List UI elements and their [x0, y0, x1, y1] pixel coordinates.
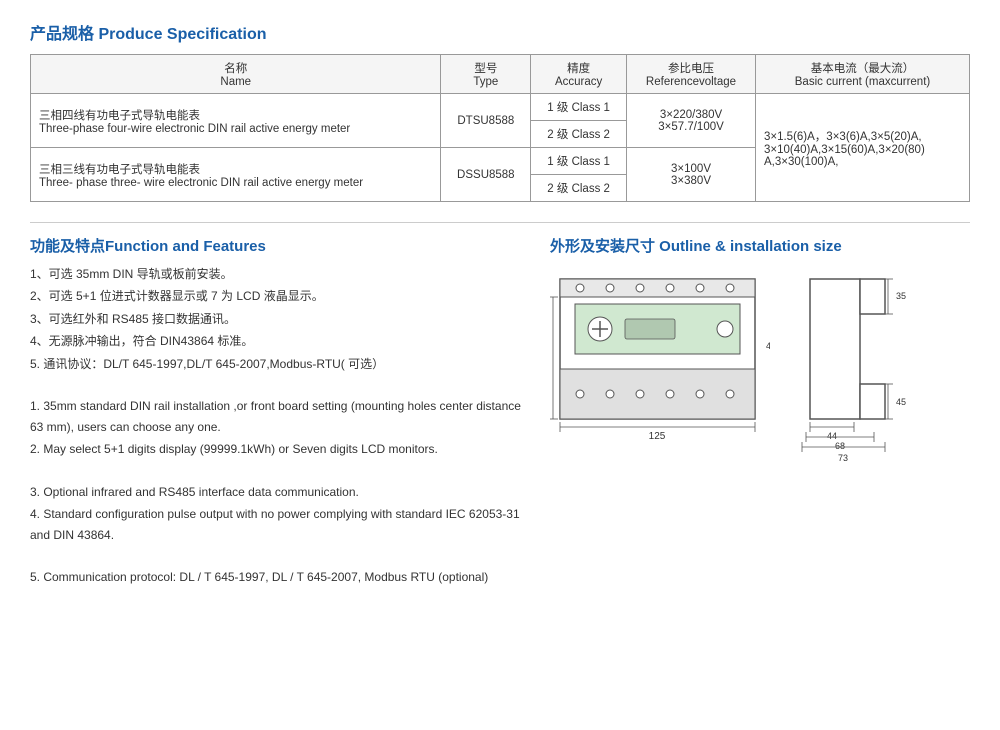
row1-class2: 2 级 Class 2 [531, 121, 627, 148]
spec-section-title: 产品规格 Produce Specification [30, 20, 970, 44]
col-basecurrent-en: Basic current (maxcurrent) [795, 76, 930, 88]
side-view-drawing: 35 45 44 68 73 [790, 269, 920, 469]
col-header-accuracy: 精度 Accuracy [531, 55, 627, 94]
svg-text:45: 45 [896, 397, 906, 407]
row2-name-zh: 三相三线有功电子式导轨电能表 [39, 164, 200, 176]
feature-en-2: 2. May select 5+1 digits display (99999.… [30, 439, 530, 459]
col-basecurrent-zh: 基本电流（最大流） [811, 63, 915, 75]
feature-zh-4: 4、无源脉冲输出，符合 DIN43864 标准。 [30, 331, 530, 351]
outline-title: 外形及安装尺寸 Outline & installation size [550, 235, 970, 256]
col-header-base-current: 基本电流（最大流） Basic current (maxcurrent) [755, 55, 969, 94]
bottom-section: 功能及特点Function and Features 1、可选 35mm DIN… [30, 235, 970, 590]
svg-text:44: 44 [827, 431, 837, 441]
col-refvolt-zh: 参比电压 [668, 63, 714, 75]
svg-text:35: 35 [896, 291, 906, 301]
feature-zh-3: 3、可选红外和 RS485 接口数据通讯。 [30, 309, 530, 329]
feature-zh-5: 5. 通讯协议：DL/T 645-1997,DL/T 645-2007,Modb… [30, 354, 530, 374]
divider [30, 222, 970, 223]
col-name-zh: 名称 [224, 63, 247, 75]
col-name-en: Name [220, 76, 251, 88]
row1-name-zh: 三相四线有功电子式导轨电能表 [39, 110, 200, 122]
row2-refvoltage: 3×100V 3×380V [627, 148, 756, 202]
front-view-drawing: 125 80 43 [550, 269, 770, 469]
feature-en-5: 5. Communication protocol: DL / T 645-19… [30, 567, 530, 587]
feature-zh-1: 1、可选 35mm DIN 导轨或板前安装。 [30, 264, 530, 284]
outline-column: 外形及安装尺寸 Outline & installation size [550, 235, 970, 590]
row1-name: 三相四线有功电子式导轨电能表 Three-phase four-wire ele… [31, 94, 441, 148]
row1-type: DTSU8588 [441, 94, 531, 148]
col-accuracy-zh: 精度 [567, 63, 590, 75]
features-title: 功能及特点Function and Features [30, 235, 530, 256]
feature-en-1: 1. 35mm standard DIN rail installation ,… [30, 396, 530, 437]
features-column: 功能及特点Function and Features 1、可选 35mm DIN… [30, 235, 530, 590]
feature-en-4: 4. Standard configuration pulse output w… [30, 504, 530, 545]
col-header-name: 名称 Name [31, 55, 441, 94]
technical-drawing: 125 80 43 35 [550, 264, 970, 469]
base-current-all: 3×1.5(6)A，3×3(6)A,3×5(20)A, 3×10(40)A,3×… [755, 94, 969, 202]
row1-refvoltage: 3×220/380V 3×57.7/100V [627, 94, 756, 148]
col-type-en: Type [473, 76, 498, 88]
feature-zh-2: 2、可选 5+1 位进式计数器显示或 7 为 LCD 液晶显示。 [30, 286, 530, 306]
row1-class1: 1 级 Class 1 [531, 94, 627, 121]
table-row: 三相四线有功电子式导轨电能表 Three-phase four-wire ele… [31, 94, 970, 121]
col-header-ref-voltage: 参比电压 Referencevoltage [627, 55, 756, 94]
svg-text:68: 68 [835, 441, 845, 451]
svg-text:73: 73 [838, 453, 848, 463]
col-type-zh: 型号 [474, 63, 497, 75]
row2-type: DSSU8588 [441, 148, 531, 202]
row2-class2: 2 级 Class 2 [531, 175, 627, 202]
features-content: 1、可选 35mm DIN 导轨或板前安装。 2、可选 5+1 位进式计数器显示… [30, 264, 530, 588]
spec-table: 名称 Name 型号 Type 精度 Accuracy 参比电压 Referen… [30, 54, 970, 202]
row2-name-en: Three- phase three- wire electronic DIN … [39, 177, 363, 189]
feature-en-3: 3. Optional infrared and RS485 interface… [30, 482, 530, 502]
row2-class1: 1 级 Class 1 [531, 148, 627, 175]
col-accuracy-en: Accuracy [555, 76, 602, 88]
col-header-type: 型号 Type [441, 55, 531, 94]
row1-name-en: Three-phase four-wire electronic DIN rai… [39, 123, 350, 135]
svg-text:125: 125 [649, 431, 666, 442]
col-refvolt-en: Referencevoltage [646, 76, 736, 88]
row2-name: 三相三线有功电子式导轨电能表 Three- phase three- wire … [31, 148, 441, 202]
svg-text:43: 43 [766, 341, 770, 351]
